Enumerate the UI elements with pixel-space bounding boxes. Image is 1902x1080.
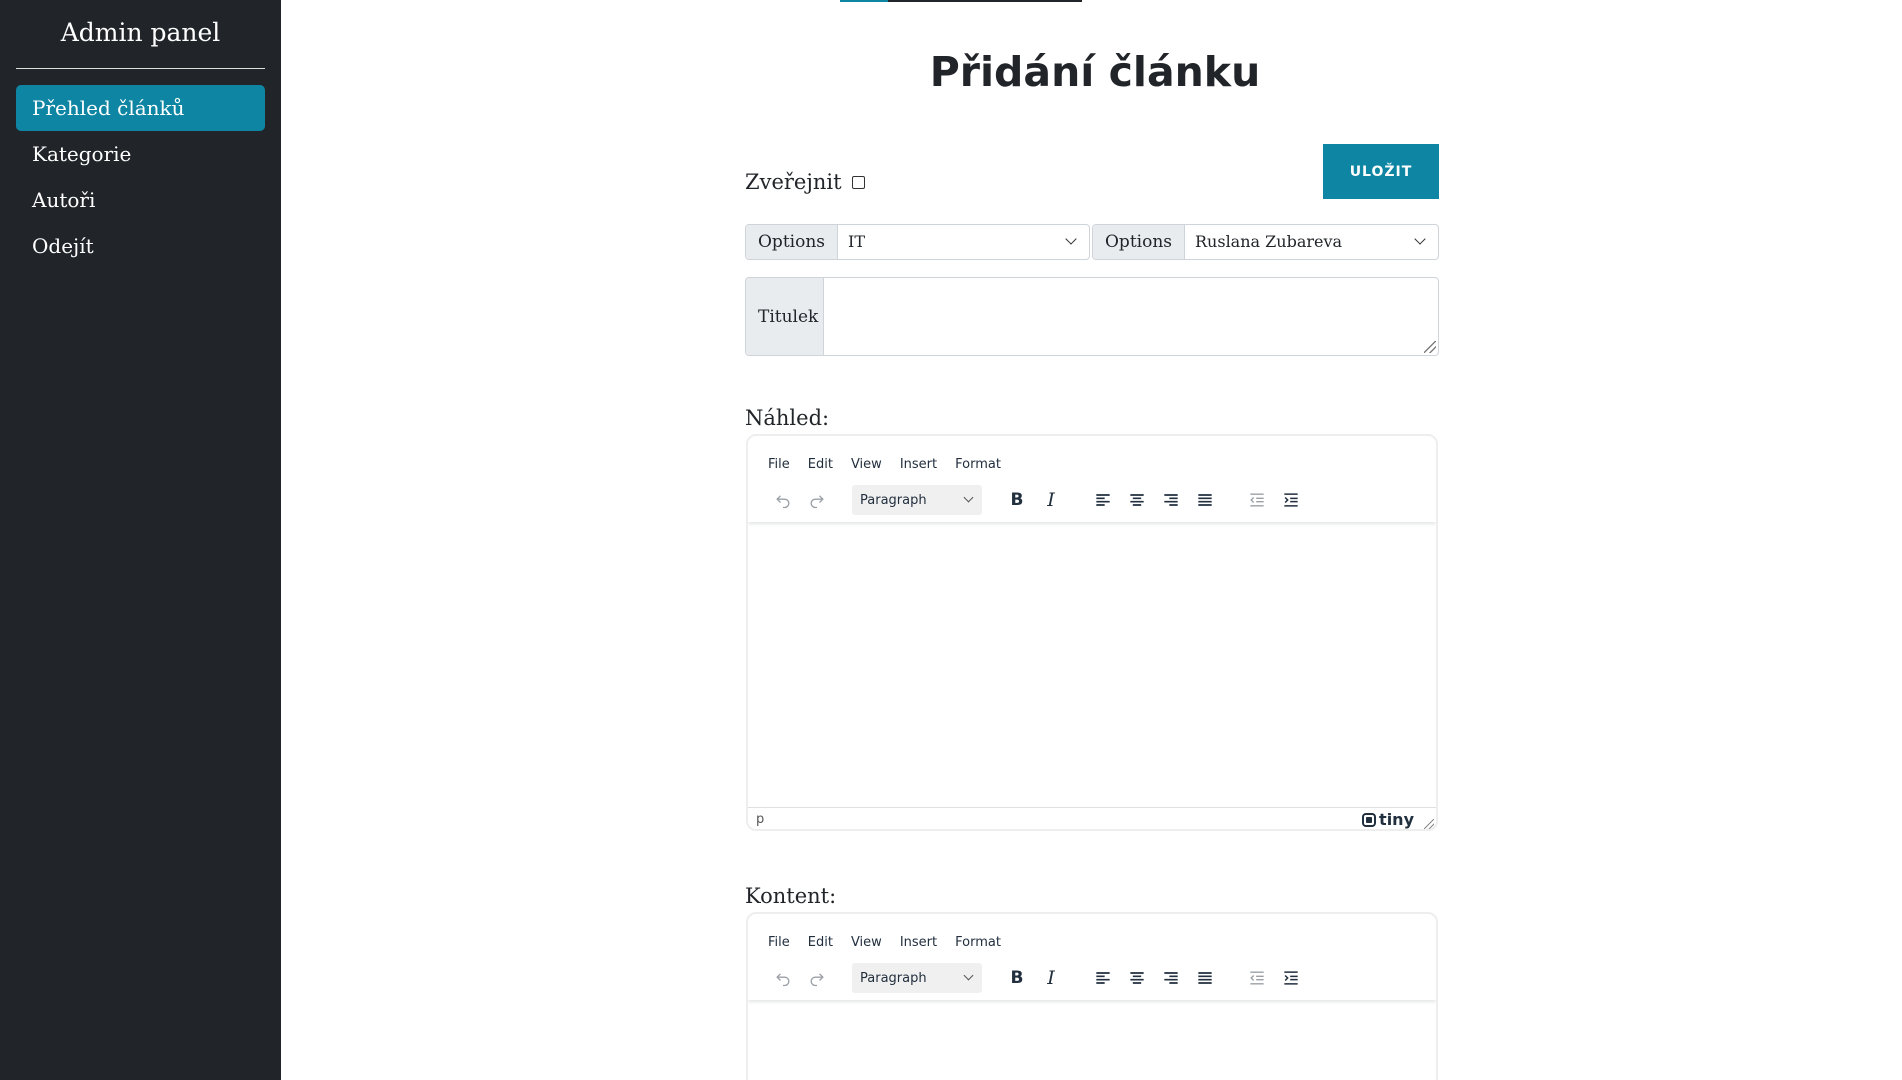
author-select-value: Ruslana Zubareva	[1195, 232, 1343, 251]
menu-edit[interactable]: Edit	[808, 457, 833, 472]
element-path[interactable]: p	[756, 812, 764, 827]
top-progress-segment	[840, 0, 888, 2]
content-edit-area[interactable]	[748, 1000, 1436, 1080]
italic-icon[interactable]: I	[1034, 963, 1068, 993]
align-right-icon[interactable]	[1154, 963, 1188, 993]
menu-file[interactable]: File	[768, 457, 790, 472]
category-select-label: Options	[746, 225, 838, 259]
category-select-value: IT	[848, 232, 865, 251]
indent-icon[interactable]	[1274, 963, 1308, 993]
publish-checkbox[interactable]	[851, 175, 865, 189]
chevron-down-icon	[963, 492, 974, 503]
preview-label: Náhled:	[745, 406, 830, 430]
title-field-group: Titulek	[745, 277, 1439, 356]
chevron-down-icon	[1414, 233, 1426, 245]
sidebar-item-authors[interactable]: Autoři	[16, 177, 265, 223]
publish-row: Zveřejnit	[745, 170, 865, 194]
content-menubar: File Edit View Insert Format	[748, 914, 1436, 956]
author-select[interactable]: Ruslana Zubareva	[1185, 225, 1438, 259]
preview-toolbar: Paragraph B I	[748, 478, 1436, 522]
tiny-brand-text: tiny	[1379, 810, 1414, 829]
preview-editor: File Edit View Insert Format Paragraph B…	[746, 434, 1438, 831]
content-toolbar: Paragraph B I	[748, 956, 1436, 1000]
save-button[interactable]: ULOŽIT	[1323, 144, 1439, 199]
block-format-select[interactable]: Paragraph	[852, 485, 982, 515]
redo-icon[interactable]	[800, 485, 834, 515]
menu-format[interactable]: Format	[955, 935, 1001, 950]
sidebar-item-articles[interactable]: Přehled článků	[16, 85, 265, 131]
menu-view[interactable]: View	[851, 935, 882, 950]
block-format-select[interactable]: Paragraph	[852, 963, 982, 993]
align-center-icon[interactable]	[1120, 963, 1154, 993]
bold-icon[interactable]: B	[1000, 963, 1034, 993]
menu-insert[interactable]: Insert	[900, 457, 937, 472]
outdent-icon[interactable]	[1240, 963, 1274, 993]
sidebar-item-logout[interactable]: Odejít	[16, 223, 265, 269]
italic-icon[interactable]: I	[1034, 485, 1068, 515]
align-justify-icon[interactable]	[1188, 485, 1222, 515]
tiny-logo-icon	[1362, 812, 1377, 827]
menu-insert[interactable]: Insert	[900, 935, 937, 950]
outdent-icon[interactable]	[1240, 485, 1274, 515]
page-title: Přidání článku	[929, 48, 1261, 96]
preview-edit-area[interactable]	[748, 522, 1436, 807]
brand-title: Admin panel	[60, 18, 221, 47]
preview-menubar: File Edit View Insert Format	[748, 436, 1436, 478]
undo-icon[interactable]	[766, 485, 800, 515]
bold-icon[interactable]: B	[1000, 485, 1034, 515]
top-progress-bar	[840, 0, 1082, 2]
content-editor: File Edit View Insert Format Paragraph B…	[746, 912, 1438, 1080]
sidebar: Admin panel Přehled článků Kategorie Aut…	[0, 0, 281, 1080]
chevron-down-icon	[963, 970, 974, 981]
sidebar-nav: Přehled článků Kategorie Autoři Odejít	[16, 85, 265, 269]
align-justify-icon[interactable]	[1188, 963, 1222, 993]
align-left-icon[interactable]	[1086, 485, 1120, 515]
menu-view[interactable]: View	[851, 457, 882, 472]
resize-handle-icon[interactable]	[1424, 819, 1434, 829]
undo-icon[interactable]	[766, 963, 800, 993]
menu-file[interactable]: File	[768, 935, 790, 950]
author-select-group: Options Ruslana Zubareva	[1092, 224, 1439, 260]
title-field-label: Titulek	[746, 278, 824, 355]
align-center-icon[interactable]	[1120, 485, 1154, 515]
menu-edit[interactable]: Edit	[808, 935, 833, 950]
category-select[interactable]: IT	[838, 225, 1089, 259]
align-left-icon[interactable]	[1086, 963, 1120, 993]
publish-label: Zveřejnit	[745, 170, 842, 194]
brand-divider	[16, 68, 265, 69]
menu-format[interactable]: Format	[955, 457, 1001, 472]
content-label: Kontent:	[745, 884, 837, 908]
author-select-label: Options	[1093, 225, 1185, 259]
category-select-group: Options IT	[745, 224, 1090, 260]
block-format-value: Paragraph	[860, 970, 927, 986]
block-format-value: Paragraph	[860, 492, 927, 508]
preview-statusbar: p tiny	[748, 807, 1436, 829]
chevron-down-icon	[1065, 233, 1077, 245]
resize-handle-icon[interactable]	[1424, 341, 1436, 353]
tiny-brand-link[interactable]: tiny	[1362, 810, 1414, 829]
redo-icon[interactable]	[800, 963, 834, 993]
align-right-icon[interactable]	[1154, 485, 1188, 515]
sidebar-item-categories[interactable]: Kategorie	[16, 131, 265, 177]
title-textarea[interactable]	[824, 278, 1438, 355]
indent-icon[interactable]	[1274, 485, 1308, 515]
